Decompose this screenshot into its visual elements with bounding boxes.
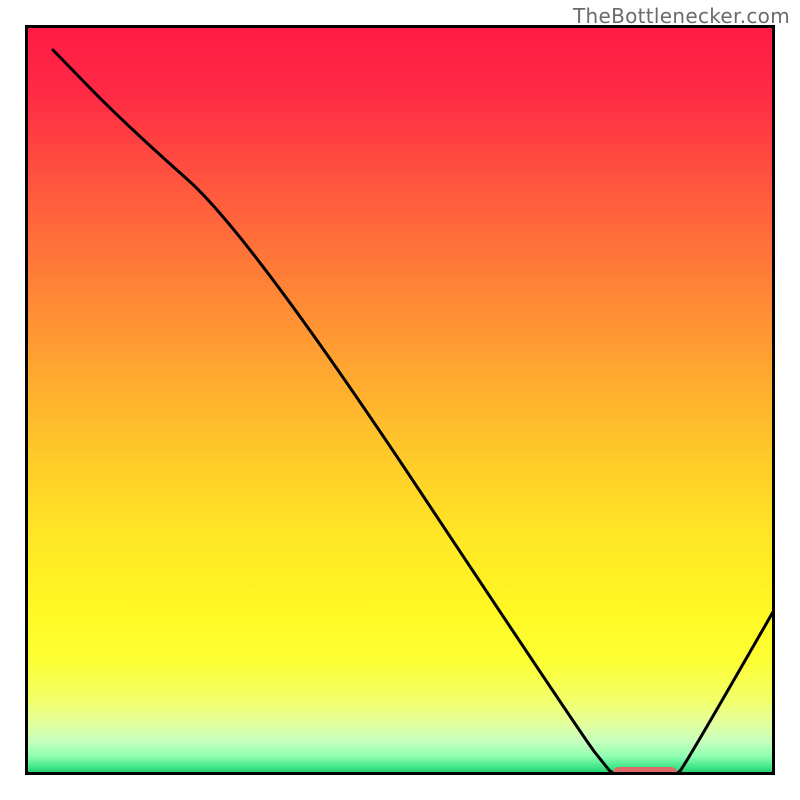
chart-frame — [25, 25, 775, 775]
gradient-background — [25, 25, 775, 775]
chart-svg — [25, 25, 775, 775]
watermark-text: TheBottlenecker.com — [573, 4, 790, 28]
